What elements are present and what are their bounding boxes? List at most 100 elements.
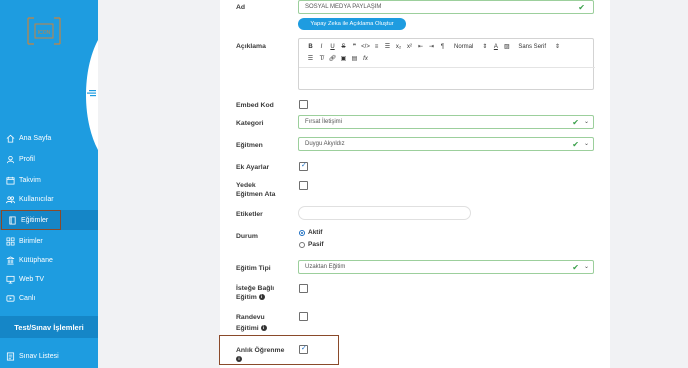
superscript-icon[interactable]: x²	[404, 42, 415, 51]
etiketler-label: Etiketler	[236, 211, 263, 218]
kategori-label: Kategori	[236, 120, 264, 127]
format-select[interactable]: Normal	[454, 44, 473, 50]
format-select-caret-icon[interactable]: ⇕	[479, 42, 490, 51]
formula-icon[interactable]: fx	[360, 54, 371, 63]
chevron-down-icon: ⌄	[583, 119, 589, 125]
sidebar: ICON Ana Sayfa Profil Takvim Kullanıcıla…	[0, 0, 98, 368]
durum-pasif-radio[interactable]: Pasif	[299, 241, 324, 248]
highlight-color-icon[interactable]: ▨	[501, 42, 512, 51]
istege-bagli-checkbox[interactable]	[299, 284, 308, 293]
chevron-down-icon: ⌄	[583, 141, 589, 147]
font-color-icon[interactable]: A	[490, 42, 501, 51]
menu-toggle-icon[interactable]	[87, 85, 97, 97]
egitmen-label: Eğitmen	[236, 142, 263, 149]
ad-input[interactable]: SOSYAL MEDYA PAYLAŞIM ✔	[298, 0, 594, 14]
ordered-list-icon[interactable]: ≡	[371, 42, 382, 51]
sidebar-item-label: Kütüphane	[19, 256, 53, 264]
underline-button[interactable]: U	[327, 42, 338, 51]
kategori-select[interactable]: Fırsat İletişimi ✔ ⌄	[298, 115, 594, 129]
info-icon[interactable]: i	[236, 356, 242, 363]
code-icon[interactable]: </>	[360, 42, 371, 51]
book-icon	[7, 215, 17, 225]
durum-pasif-label: Pasif	[308, 241, 324, 248]
sidebar-item-sinav-listesi[interactable]: Sınav Listesi	[0, 346, 98, 366]
egitim-tipi-value: Uzaktan Eğitim	[305, 264, 346, 270]
embed-kod-label: Embed Kod	[236, 102, 274, 109]
bullet-list-icon[interactable]: ☰	[382, 42, 393, 51]
home-icon	[5, 133, 15, 143]
info-icon[interactable]: i	[258, 294, 265, 301]
exam-icon	[5, 351, 15, 361]
anlik-ogrenme-label: Anlık Öğrenme i	[236, 346, 284, 364]
ek-ayarlar-checkbox[interactable]	[299, 161, 308, 171]
italic-button[interactable]: I	[316, 42, 327, 51]
durum-aktif-radio[interactable]: Aktif	[299, 229, 322, 236]
sidebar-item-kullanicilar[interactable]: Kullanıcılar	[0, 189, 98, 209]
randevu-label-line-1: Randevu	[236, 314, 265, 321]
info-icon[interactable]: i	[260, 325, 267, 332]
ai-description-button[interactable]: Yapay Zeka ile Açıklama Oluştur	[298, 18, 406, 30]
users-icon	[5, 194, 15, 204]
sidebar-item-label: Birimler	[19, 237, 43, 245]
istege-label-line-1: İsteğe Bağlı	[236, 285, 275, 292]
sidebar-item-kutuphane[interactable]: Kütüphane	[0, 250, 98, 270]
subscript-icon[interactable]: x₂	[393, 42, 404, 51]
anlik-ogrenme-checkbox[interactable]	[299, 344, 308, 354]
sidebar-item-ana-sayfa[interactable]: Ana Sayfa	[0, 128, 98, 148]
clear-format-icon[interactable]: T̸	[316, 54, 327, 63]
aciklama-label: Açıklama	[236, 43, 266, 50]
etiketler-input[interactable]	[298, 206, 471, 220]
indent-icon[interactable]: ⇥	[426, 42, 437, 51]
sidebar-item-label: Profil	[19, 155, 35, 163]
section-title-test-sinav: Test/Sınav İşlemleri	[0, 316, 98, 338]
editor-toolbar-row-2: ☰ T̸ 🔗︎ ▣ ▤ fx	[305, 54, 371, 63]
egitim-tipi-label: Eğitim Tipi	[236, 265, 271, 272]
calendar-icon	[5, 175, 15, 185]
ek-ayarlar-label: Ek Ayarlar	[236, 164, 270, 171]
sidebar-item-canli[interactable]: Canlı	[0, 288, 98, 308]
chevron-down-icon: ⌄	[583, 264, 589, 270]
right-gutter	[610, 0, 688, 368]
align-icon[interactable]: ☰	[305, 54, 316, 63]
blockquote-icon[interactable]: ❞	[349, 42, 360, 51]
egitmen-value: Duygu Akyıldız	[305, 141, 345, 147]
randevu-checkbox[interactable]	[299, 312, 308, 321]
embed-kod-checkbox[interactable]	[299, 100, 308, 109]
image-icon[interactable]: ▣	[338, 54, 349, 63]
radio-unselected-icon	[299, 241, 305, 248]
link-icon[interactable]: 🔗︎	[327, 54, 338, 63]
valid-check-icon: ✔	[572, 140, 579, 149]
strike-button[interactable]: S	[338, 42, 349, 51]
yedek-egitmen-checkbox[interactable]	[299, 181, 308, 190]
rich-text-editor: B I U S ❞ </> ≡ ☰ x₂ x² ⇤ ⇥ ¶ Normal ⇕ A…	[298, 38, 595, 90]
valid-check-icon: ✔	[572, 263, 579, 272]
durum-label: Durum	[236, 233, 258, 240]
user-icon	[5, 154, 15, 164]
sidebar-item-label: Canlı	[19, 294, 36, 302]
sidebar-item-takvim[interactable]: Takvim	[0, 170, 98, 190]
sidebar-item-label: Ana Sayfa	[19, 134, 52, 142]
sidebar-item-egitimler[interactable]: Eğitimler	[1, 210, 61, 230]
text-direction-icon[interactable]: ¶	[437, 42, 448, 51]
sidebar-item-web-tv[interactable]: Web TV	[0, 269, 98, 289]
editor-toolbar-row-1: B I U S ❞ </> ≡ ☰ x₂ x² ⇤ ⇥ ¶ Normal ⇕ A…	[305, 42, 563, 51]
editor-divider	[299, 67, 595, 68]
egitim-tipi-select[interactable]: Uzaktan Eğitim ✔ ⌄	[298, 260, 594, 274]
ad-input-value: SOSYAL MEDYA PAYLAŞIM	[305, 4, 382, 10]
logo-text: ICON	[38, 30, 51, 36]
yedek-label-line-1: Yedek	[236, 182, 256, 189]
istege-bagli-label: İsteğe Bağlı Eğitim i	[236, 284, 274, 302]
yedek-egitmen-label: Yedek Eğitmen Ata	[236, 181, 275, 199]
font-select-caret-icon[interactable]: ⇕	[552, 42, 563, 51]
sidebar-item-label: Takvim	[19, 176, 41, 184]
valid-check-icon: ✔	[578, 3, 585, 12]
randevu-label: Randevu Eğitimi i	[236, 313, 267, 333]
egitmen-select[interactable]: Duygu Akyıldız ✔ ⌄	[298, 137, 594, 151]
istege-label-line-2: Eğitim	[236, 294, 257, 301]
font-select[interactable]: Sans Serif	[518, 44, 546, 50]
sidebar-item-birimler[interactable]: Birimler	[0, 231, 98, 251]
sidebar-item-profil[interactable]: Profil	[0, 149, 98, 169]
video-icon[interactable]: ▤	[349, 54, 360, 63]
bold-button[interactable]: B	[305, 42, 316, 51]
outdent-icon[interactable]: ⇤	[415, 42, 426, 51]
